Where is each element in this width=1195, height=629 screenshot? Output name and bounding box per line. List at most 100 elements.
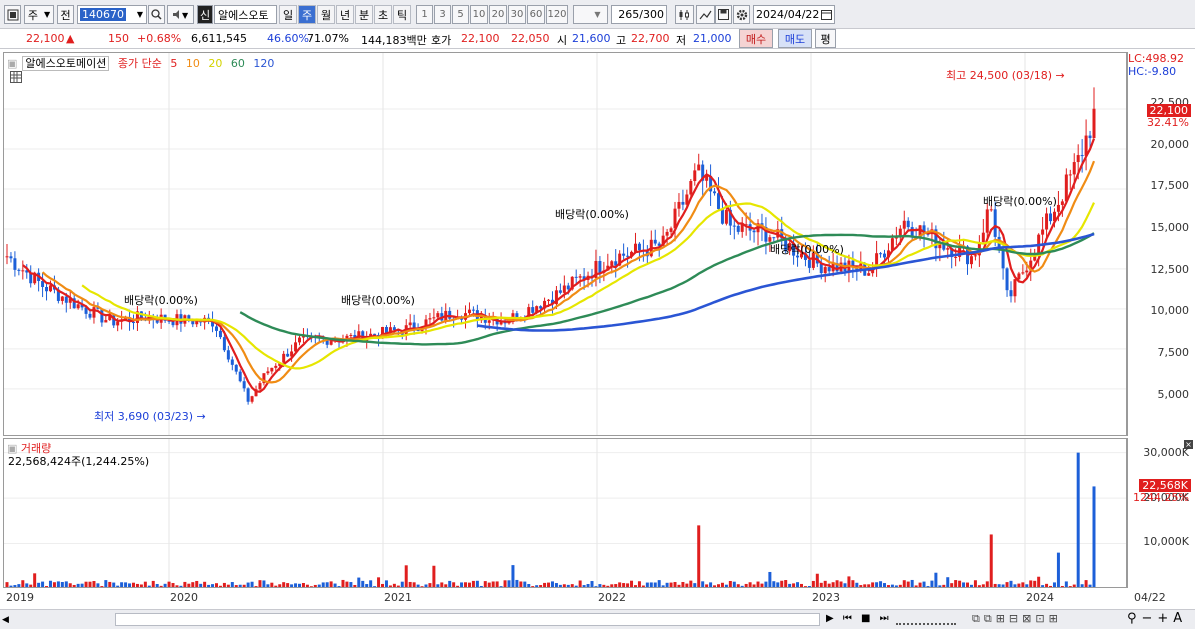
volume-bar — [112, 582, 116, 587]
candle — [1017, 273, 1021, 280]
volume-bar — [649, 582, 653, 587]
volume-bar — [9, 585, 13, 587]
period-button-2[interactable]: 월 — [317, 5, 335, 24]
interval-button-1[interactable]: 1 — [416, 5, 433, 24]
volume-bar — [151, 580, 155, 587]
volume-bar — [748, 582, 752, 587]
volume-bar — [1064, 581, 1068, 587]
eval-button[interactable]: 평 — [815, 29, 836, 48]
scroll-left-icon[interactable]: ◀ — [2, 614, 12, 626]
price-axis[interactable]: LC:498.92 HC:-9.80 22,500 20,000 17,500 … — [1127, 52, 1195, 436]
interval-button-5[interactable]: 5 — [452, 5, 469, 24]
candle — [214, 326, 218, 331]
price-change-pct: +0.68% — [137, 32, 182, 45]
candle — [9, 256, 13, 259]
volume-bar — [547, 582, 551, 587]
prev-button[interactable]: 전 — [57, 5, 74, 24]
volume-bar — [246, 582, 250, 587]
buy-button[interactable]: 매수 — [739, 29, 773, 48]
interval-button-20[interactable]: 20 — [489, 5, 507, 24]
volume-bar — [242, 584, 246, 587]
volume-bar — [871, 582, 875, 587]
interval-button-120[interactable]: 120 — [546, 5, 568, 24]
number-dropdown[interactable]: ▼ — [573, 5, 608, 24]
candle — [13, 258, 17, 270]
bar-count-input[interactable]: 265/300 — [611, 5, 667, 24]
volume-bar — [68, 583, 72, 587]
x-label: 2022 — [598, 591, 626, 604]
period-button-6[interactable]: 틱 — [393, 5, 411, 24]
low-price: 21,000 — [693, 32, 732, 45]
hc-label: HC:-9.80 — [1128, 65, 1177, 78]
interval-button-10[interactable]: 10 — [470, 5, 488, 24]
layout-tools[interactable]: ⧉⧉⊞⊟⊠⊡⊞ — [972, 612, 1062, 626]
scroll-thumb[interactable] — [115, 613, 820, 626]
candle — [1041, 229, 1045, 235]
candle — [772, 237, 776, 239]
volume-bar — [724, 584, 728, 587]
candle — [1092, 108, 1096, 139]
speed-slider[interactable] — [896, 613, 956, 625]
volume-bar — [384, 580, 388, 587]
candle — [669, 228, 673, 232]
volume-bar — [697, 525, 701, 587]
candle — [626, 255, 630, 257]
volume-bar — [669, 582, 673, 587]
stock-code-input[interactable]: 140670 ▼ — [77, 5, 147, 24]
low-label: 저 — [676, 34, 687, 47]
interval-button-30[interactable]: 30 — [508, 5, 526, 24]
price-chart-pane[interactable]: ▣ 알에스오토메이션 종가 단순 5 10 20 60 120 최고 24,500… — [3, 52, 1127, 436]
period-button-4[interactable]: 분 — [355, 5, 373, 24]
svg-text:▼: ▼ — [182, 11, 189, 20]
volume-bar — [693, 583, 697, 587]
candle — [1080, 155, 1084, 157]
market-select[interactable]: 주 ▼ — [24, 5, 54, 24]
speaker-icon[interactable]: ▼ — [167, 5, 194, 24]
interval-button-60[interactable]: 60 — [527, 5, 545, 24]
high-label: 고 — [616, 34, 627, 47]
period-button-5[interactable]: 초 — [374, 5, 392, 24]
candle — [1025, 270, 1029, 273]
table-icon[interactable] — [10, 71, 22, 83]
volume-bar — [894, 585, 898, 587]
volume-bar — [914, 585, 918, 587]
calendar-icon[interactable] — [821, 9, 832, 20]
volume-bar — [175, 585, 179, 587]
period-button-0[interactable]: 일 — [279, 5, 297, 24]
date-input[interactable]: 2024/04/22 — [753, 5, 835, 24]
period-button-3[interactable]: 년 — [336, 5, 354, 24]
chart-scrollbar[interactable]: ◀ ▶ ⏮ ■ ⏭ ⧉⧉⊞⊟⊠⊡⊞ ⚲−+A — [0, 609, 1195, 629]
period-button-1[interactable]: 주 — [298, 5, 316, 24]
volume-bar — [230, 582, 234, 587]
zoom-controls[interactable]: ⚲−+A — [1127, 611, 1187, 626]
volume-axis[interactable]: × 30,000K 20,000K 10,000K 22,568K 1244.2… — [1127, 438, 1195, 588]
chart-settings-icon[interactable] — [4, 5, 21, 24]
candle — [1005, 268, 1009, 291]
volume-bar — [483, 581, 487, 587]
draw-tool-icon[interactable] — [696, 5, 715, 24]
volume-bar — [309, 586, 313, 587]
candle — [954, 256, 958, 258]
volume-bar — [531, 586, 535, 587]
playback-controls[interactable]: ▶ ⏮ ■ ⏭ — [826, 613, 892, 624]
volume-bar — [835, 580, 839, 587]
sell-button[interactable]: 매도 — [778, 29, 812, 48]
volume-bar — [1072, 584, 1076, 587]
candle — [329, 341, 333, 345]
save-icon[interactable] — [715, 5, 732, 24]
open-price: 21,600 — [572, 32, 611, 45]
volume-bar — [60, 582, 64, 587]
candle-type-icon[interactable] — [675, 5, 694, 24]
volume-bar — [131, 582, 135, 587]
volume-bar — [582, 585, 586, 587]
search-icon[interactable] — [148, 5, 165, 24]
volume-bar — [1076, 452, 1080, 587]
candle — [242, 381, 246, 389]
volume-bar — [135, 583, 139, 587]
gear-icon[interactable] — [733, 5, 750, 24]
candle — [45, 286, 49, 292]
interval-button-3[interactable]: 3 — [434, 5, 451, 24]
candle — [104, 320, 108, 323]
volume-chart-pane[interactable]: ▣ 거래량 22,568,424주(1,244.25%) — [3, 438, 1127, 588]
volume-bar — [803, 586, 807, 587]
